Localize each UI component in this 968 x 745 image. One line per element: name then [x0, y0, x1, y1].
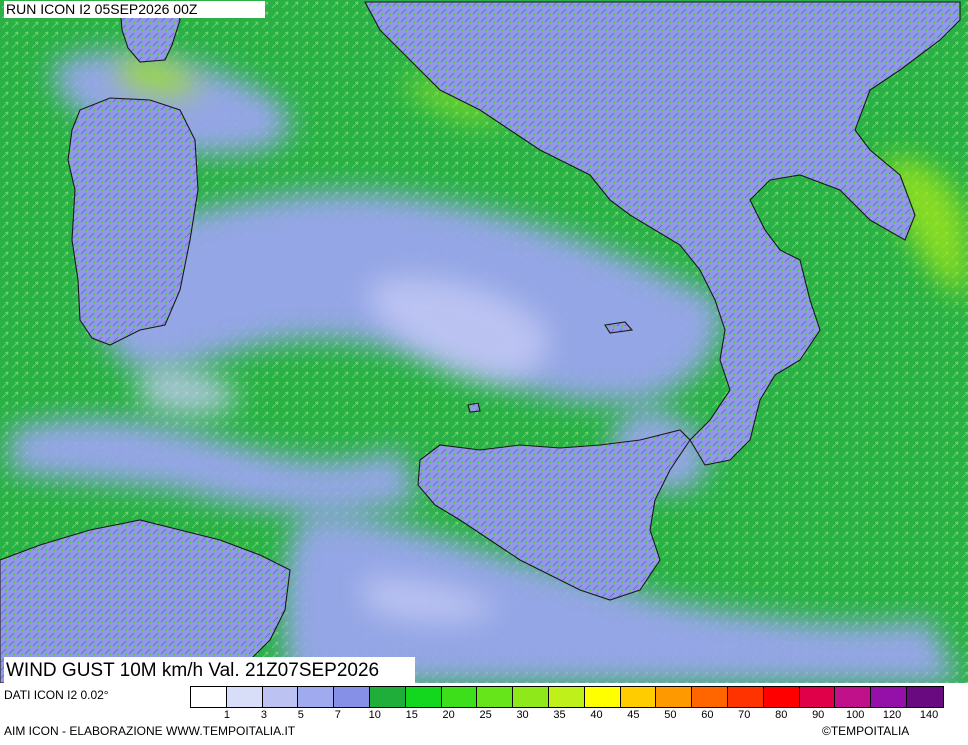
color-swatch	[727, 687, 764, 707]
color-swatch	[871, 687, 907, 707]
color-scale-tick: 120	[882, 709, 902, 721]
color-swatch	[262, 687, 299, 707]
color-swatch	[298, 687, 335, 707]
color-scale-tick: 50	[664, 709, 677, 721]
color-swatch	[369, 687, 406, 707]
color-swatch	[584, 687, 621, 707]
color-scale-tick: 80	[775, 709, 788, 721]
source-label: DATI ICON I2 0.02°	[4, 688, 109, 702]
color-scale-tick: 3	[260, 709, 267, 721]
color-swatch	[477, 687, 514, 707]
color-swatch	[906, 687, 943, 707]
color-swatch	[835, 687, 872, 707]
color-scale-ticks: 1 3 5 7 10 15 20 25 30 35 40 45 50 60 70 80 90 100 120 140	[190, 709, 966, 723]
color-scale-tick: 90	[812, 709, 825, 721]
color-swatch	[334, 687, 370, 707]
color-scale-tick: 100	[845, 709, 865, 721]
footer-credit: AIM ICON - ELABORAZIONE WWW.TEMPOITALIA.…	[4, 724, 296, 738]
color-scale-tick: 7	[334, 709, 341, 721]
copyright-icon: ©	[822, 724, 831, 738]
color-scale-tick: 1	[223, 709, 230, 721]
footer-brand: ©TEMPOITALIA	[822, 724, 909, 738]
color-swatch	[656, 687, 693, 707]
color-swatch	[513, 687, 549, 707]
wind-gust-map	[0, 0, 968, 683]
color-swatch	[692, 687, 728, 707]
color-scale-tick: 140	[919, 709, 939, 721]
legend-area: DATI ICON I2 0.02° 1 3 5 7 10 15 20 25 30 35 40 45 5…	[0, 683, 968, 745]
color-scale-tick: 45	[627, 709, 640, 721]
color-scale-tick: 40	[590, 709, 603, 721]
color-swatch	[799, 687, 836, 707]
color-swatch	[226, 687, 263, 707]
color-swatch	[763, 687, 800, 707]
run-label: RUN ICON I2 05SEP2026 00Z	[4, 1, 265, 18]
color-swatch	[620, 687, 657, 707]
color-scale-tick: 10	[368, 709, 381, 721]
ustica	[467, 402, 481, 413]
color-swatch	[548, 687, 585, 707]
color-scale	[190, 686, 944, 708]
map-title: WIND GUST 10M km/h Val. 21Z07SEP2026	[4, 657, 415, 684]
color-scale-tick: 25	[479, 709, 492, 721]
color-scale-tick: 70	[738, 709, 751, 721]
color-swatch	[191, 687, 227, 707]
color-scale-tick: 30	[516, 709, 529, 721]
footer-brand-text: TEMPOITALIA	[830, 724, 910, 738]
color-scale-tick: 35	[553, 709, 566, 721]
color-swatch	[441, 687, 478, 707]
color-scale-tick: 20	[442, 709, 455, 721]
color-scale-tick: 5	[297, 709, 304, 721]
color-scale-tick: 60	[701, 709, 714, 721]
color-scale-tick: 15	[405, 709, 418, 721]
color-swatch	[405, 687, 442, 707]
